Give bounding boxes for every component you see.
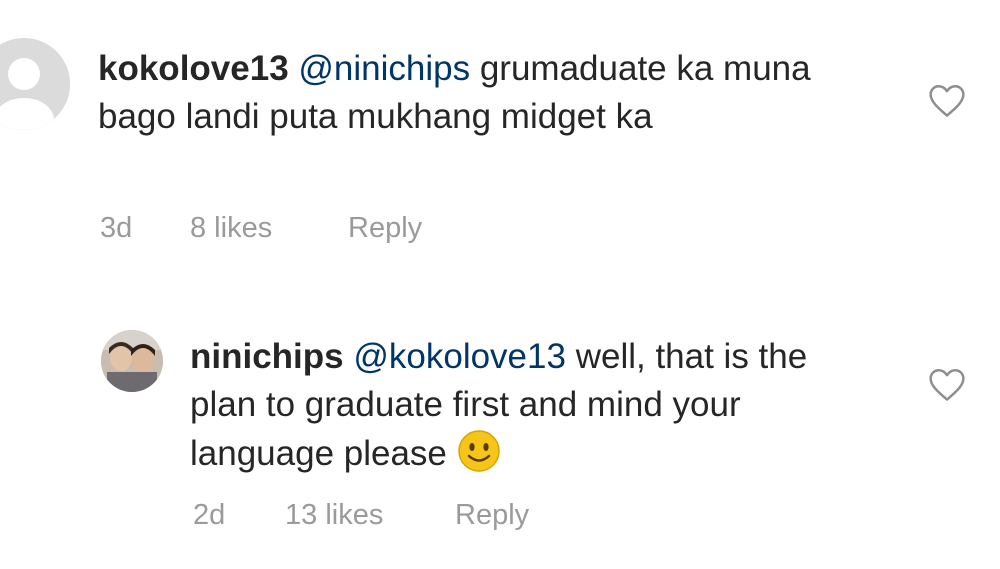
profile-photo-avatar[interactable]	[101, 330, 163, 392]
default-avatar-icon[interactable]	[0, 38, 70, 130]
reply-button[interactable]: Reply	[455, 499, 529, 532]
comment-body: ninichips @kokolove13 well, that is the …	[190, 333, 870, 478]
heart-outline-icon[interactable]	[927, 366, 967, 402]
reply-button[interactable]: Reply	[348, 212, 422, 245]
comment-mention[interactable]: @kokolove13	[353, 337, 566, 376]
comment-username[interactable]: ninichips	[190, 337, 344, 376]
comment-age[interactable]: 3d	[100, 212, 132, 245]
reply-comment: ninichips @kokolove13 well, that is the …	[0, 300, 1000, 569]
comment: kokolove13 @ninichips grumaduate ka muna…	[0, 0, 1000, 300]
heart-outline-icon[interactable]	[927, 82, 967, 118]
comment-likes[interactable]: 13 likes	[285, 499, 383, 532]
comment-username[interactable]: kokolove13	[98, 49, 289, 88]
comment-age[interactable]: 2d	[193, 499, 225, 532]
comment-mention[interactable]: @ninichips	[298, 49, 470, 88]
comment-body: kokolove13 @ninichips grumaduate ka muna…	[98, 45, 858, 141]
comment-likes[interactable]: 8 likes	[190, 212, 272, 245]
slightly-smiling-face-emoji	[457, 429, 501, 473]
